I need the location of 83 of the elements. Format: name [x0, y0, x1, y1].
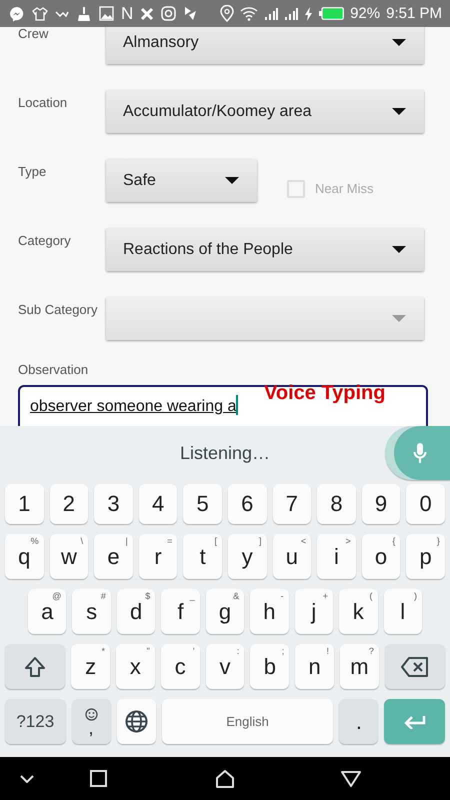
- key[interactable]: u <: [272, 534, 312, 579]
- key-hint: [: [214, 537, 217, 546]
- key-hint: %: [30, 537, 39, 546]
- location-icon: [220, 5, 234, 22]
- key-hint: -: [280, 592, 284, 601]
- dropdown[interactable]: Safe: [106, 159, 257, 202]
- field-label: Crew: [18, 27, 50, 41]
- cross-icon: [140, 6, 154, 20]
- key-hint: *: [101, 647, 105, 656]
- key-hint: }: [436, 537, 440, 546]
- shirt-icon: [32, 6, 48, 22]
- key-hint: (: [370, 592, 372, 601]
- key[interactable]: 7: [272, 484, 312, 524]
- key[interactable]: 3: [94, 484, 133, 524]
- key[interactable]: 8: [317, 484, 356, 524]
- field-label: Sub Category: [18, 301, 98, 317]
- key[interactable]: r =: [138, 534, 178, 579]
- key-hint: |: [125, 537, 128, 546]
- triangle-icon: [341, 770, 361, 786]
- instagram-icon: [161, 6, 176, 21]
- listening-status: Listening…: [180, 442, 270, 464]
- signal-icon: [284, 8, 298, 20]
- key-hint: ): [414, 592, 417, 601]
- chevron-down-icon: [20, 774, 34, 782]
- back-button[interactable]: [341, 770, 361, 786]
- dropdown[interactable]: Reactions of the People: [106, 228, 424, 271]
- key-hint: $: [145, 592, 150, 601]
- key-hint: {: [392, 537, 396, 546]
- key-hint: ;: [282, 647, 284, 656]
- field-label: Category: [18, 232, 72, 248]
- recent-apps-button[interactable]: [90, 770, 106, 787]
- messenger-icon: [9, 6, 25, 22]
- key-hint: ": [146, 647, 150, 656]
- microphone-icon: [413, 442, 427, 464]
- annotation-caption: Voice Typing: [264, 382, 386, 405]
- checkbox-label: Near Miss: [315, 181, 374, 196]
- key[interactable]: 0: [406, 484, 445, 524]
- home-icon: [216, 770, 234, 788]
- broom-icon: [76, 6, 92, 22]
- key[interactable]: 9: [362, 484, 400, 524]
- key-hint: =: [167, 537, 172, 546]
- hide-keyboard-button[interactable]: [20, 774, 34, 782]
- clock: 9:51 PM: [386, 5, 442, 22]
- key-hint: !: [326, 647, 330, 656]
- key-hint: _: [190, 592, 195, 601]
- key[interactable]: t [: [183, 534, 222, 579]
- dropdown[interactable]: Accumulator/Koomey area: [106, 90, 424, 133]
- key-hint: #: [100, 592, 106, 601]
- key[interactable]: 1: [5, 484, 44, 524]
- square-icon: [90, 770, 106, 787]
- field-label: Location: [18, 94, 68, 110]
- key[interactable]: y ]: [228, 534, 267, 579]
- key[interactable]: 4: [138, 484, 178, 524]
- home-button[interactable]: [216, 770, 234, 788]
- key[interactable]: w \: [50, 534, 88, 579]
- signal-icon: [264, 8, 278, 20]
- field-label: Type: [18, 163, 48, 179]
- image-icon: [99, 6, 114, 21]
- wifi-icon: [240, 6, 258, 21]
- key-hint: :: [236, 647, 240, 656]
- key-hint: +: [322, 592, 328, 601]
- charging-icon: [304, 6, 314, 20]
- key[interactable]: 6: [228, 484, 267, 524]
- key-hint: ': [192, 647, 195, 656]
- key-hint: &: [233, 592, 240, 601]
- key-hint: ?: [368, 647, 374, 656]
- notification-glyph: N: [121, 5, 134, 22]
- key-hint: \: [80, 537, 84, 546]
- key[interactable]: e |: [94, 534, 133, 579]
- field-label: Observation: [18, 362, 90, 379]
- key[interactable]: q %: [5, 534, 44, 579]
- key[interactable]: p }: [406, 534, 445, 579]
- key[interactable]: 5: [183, 484, 222, 524]
- key[interactable]: o {: [362, 534, 400, 579]
- key[interactable]: 2: [50, 484, 88, 524]
- key-hint: ]: [259, 537, 262, 546]
- key[interactable]: i >: [317, 534, 356, 579]
- battery-icon: [319, 7, 344, 20]
- battery-percent: 92%: [350, 5, 380, 22]
- key-hint: <: [300, 537, 306, 546]
- key-hint: @: [52, 592, 62, 601]
- key-hint: >: [345, 537, 351, 546]
- dropdown[interactable]: Almansory: [106, 27, 424, 64]
